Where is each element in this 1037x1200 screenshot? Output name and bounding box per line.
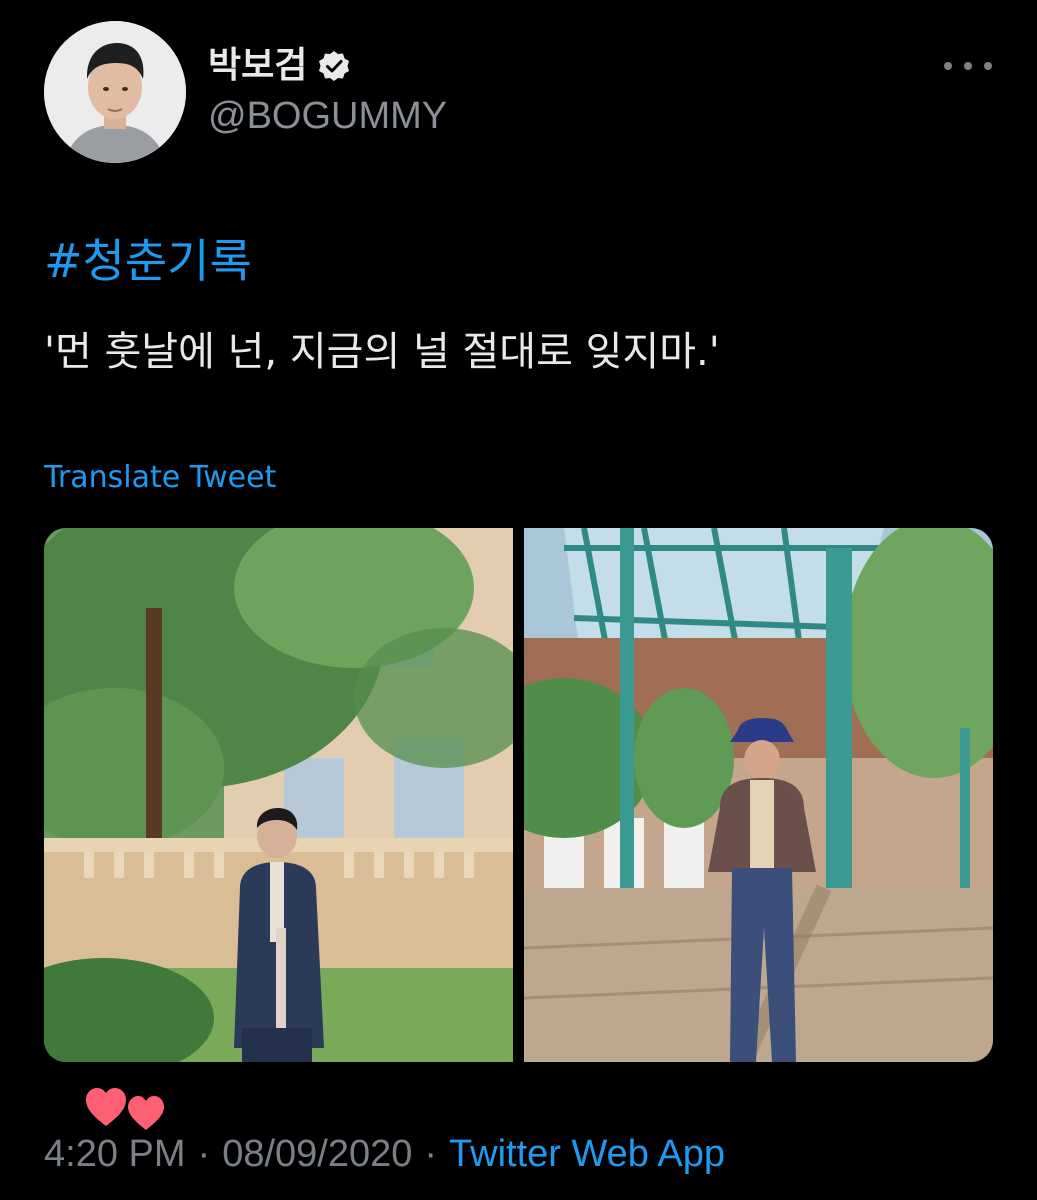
- meta-separator: ·: [197, 1133, 211, 1175]
- tweet-photo-1[interactable]: [44, 528, 513, 1062]
- author-handle[interactable]: @BOGUMMY: [208, 94, 447, 138]
- meta-separator: ·: [424, 1133, 438, 1175]
- tweet-photo-2[interactable]: [524, 528, 993, 1062]
- more-dot-icon: [964, 62, 972, 70]
- more-options-button[interactable]: [944, 52, 992, 80]
- verified-badge-icon: [317, 49, 351, 83]
- translate-tweet-link[interactable]: Translate Tweet: [44, 458, 276, 498]
- hashtag-link[interactable]: #청춘기록: [44, 228, 252, 294]
- more-dot-icon: [984, 62, 992, 70]
- tweet-date[interactable]: 08/09/2020: [222, 1133, 412, 1175]
- tweet-meta-line: 4:20 PM · 08/09/2020 · Twitter Web App: [44, 1128, 725, 1180]
- avatar-image: [44, 21, 186, 163]
- author-display-name[interactable]: 박보검: [208, 40, 307, 92]
- heart-reaction-icon: [82, 1082, 172, 1134]
- author-name-row: 박보검: [208, 40, 351, 92]
- media-grid: [44, 528, 993, 1062]
- tweet-time[interactable]: 4:20 PM: [44, 1133, 186, 1175]
- more-dot-icon: [944, 62, 952, 70]
- tweet-text: '먼 훗날에 넌, 지금의 널 절대로 잊지마.': [44, 329, 720, 375]
- tweet-source-link[interactable]: Twitter Web App: [449, 1133, 725, 1175]
- avatar[interactable]: [44, 21, 186, 163]
